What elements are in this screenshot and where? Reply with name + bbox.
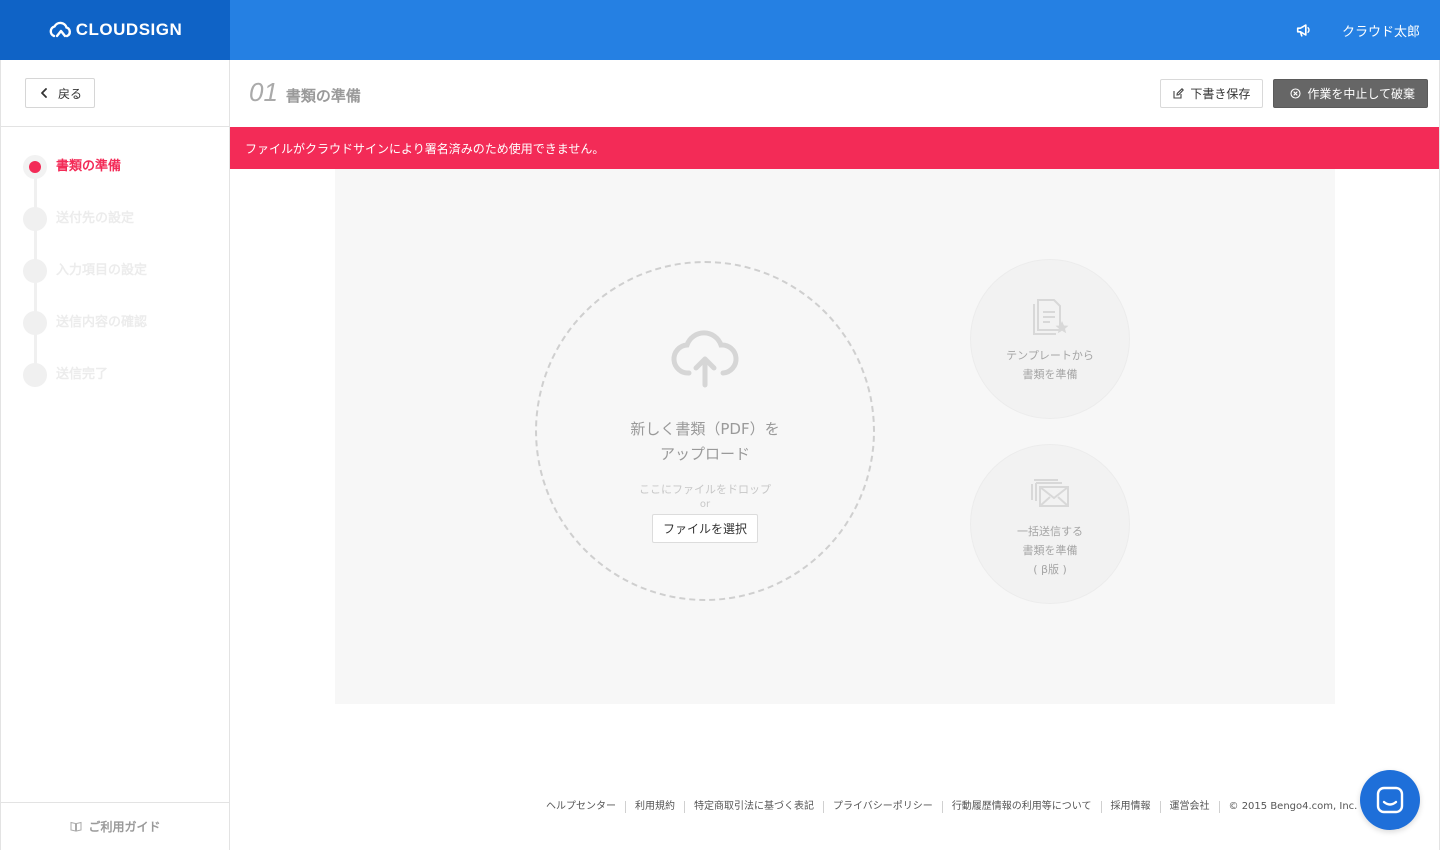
- template-option-line1: テンプレートから: [1006, 349, 1094, 362]
- template-option-line2: 書類を準備: [1022, 368, 1078, 381]
- upload-dropzone[interactable]: 新しく書類（PDF）を アップロード ここにファイルをドロップ or ファイルを…: [535, 261, 875, 601]
- footer-link-privacy[interactable]: プライバシーポリシー: [823, 801, 942, 813]
- save-draft-button[interactable]: 下書き保存: [1160, 79, 1264, 108]
- or-separator: or: [699, 499, 711, 510]
- template-document-icon: [1033, 299, 1069, 335]
- footer: ヘルプセンター 利用規約 特定商取引法に基づく表記 プライバシーポリシー 行動履…: [546, 801, 1357, 813]
- step-list: 書類の準備 送付先の設定 入力項目の設定 送信内容の確認 送信完了: [1, 127, 229, 415]
- edit-icon: [1173, 88, 1185, 99]
- alert-message: ファイルがクラウドサインにより署名済みのため使用できません。: [245, 141, 605, 156]
- upload-title-line2: アップロード: [659, 445, 750, 463]
- step-number: 01: [249, 77, 278, 107]
- top-header: CLOUDSIGN クラウド太郎: [0, 0, 1440, 60]
- step-label: 送信完了: [56, 367, 109, 382]
- back-area: 戻る: [1, 60, 229, 127]
- footer-link-terms[interactable]: 利用規約: [625, 801, 684, 813]
- cloud-logo-icon: [49, 21, 71, 38]
- brand-logo[interactable]: CLOUDSIGN: [48, 20, 183, 40]
- step-indicator-icon: [23, 207, 47, 231]
- discard-label: 作業を中止して破棄: [1307, 87, 1415, 101]
- step-label: 送信内容の確認: [56, 315, 148, 330]
- copyright: © 2015 Bengo4.com, Inc.: [1218, 801, 1357, 813]
- chevron-left-icon: [41, 88, 47, 98]
- cloud-upload-icon: [671, 330, 739, 388]
- chat-button[interactable]: [1360, 770, 1420, 830]
- step-complete: 送信完了: [23, 363, 229, 415]
- guide-label: ご利用ガイド: [88, 820, 161, 834]
- save-draft-label: 下書き保存: [1190, 87, 1251, 101]
- step-prepare[interactable]: 書類の準備: [23, 155, 229, 207]
- sidebar: 戻る 書類の準備 送付先の設定 入力項目の設定 送信内容の確認 送信完了 ご利用…: [0, 60, 230, 850]
- upload-title: 新しく書類（PDF）を アップロード: [630, 417, 779, 467]
- footer-link-help[interactable]: ヘルプセンター: [546, 801, 625, 813]
- document-prepare-area: 新しく書類（PDF）を アップロード ここにファイルをドロップ or ファイルを…: [335, 169, 1335, 704]
- bulk-option-line2: 書類を準備: [1022, 543, 1078, 557]
- step-indicator-icon: [23, 363, 47, 387]
- chat-icon: [1376, 786, 1404, 814]
- step-confirm: 送信内容の確認: [23, 311, 229, 363]
- template-option-button[interactable]: テンプレートから 書類を準備: [970, 259, 1130, 419]
- page-title: 01 書類の準備: [249, 77, 361, 108]
- back-label: 戻る: [58, 86, 83, 101]
- footer-link-commerce[interactable]: 特定商取引法に基づく表記: [684, 801, 823, 813]
- book-icon: [70, 821, 82, 832]
- footer-link-behavior[interactable]: 行動履歴情報の利用等について: [941, 801, 1101, 813]
- bulk-send-option-button[interactable]: 一括送信する 書類を準備 ( β版 ): [970, 444, 1130, 604]
- step-indicator-icon: [23, 311, 47, 335]
- select-file-button[interactable]: ファイルを選択: [651, 514, 758, 543]
- footer-link-company[interactable]: 運営会社: [1159, 801, 1219, 813]
- drop-hint: ここにファイルをドロップ: [639, 483, 771, 496]
- page-header: 01 書類の準備 下書き保存 作業を中止して破棄: [230, 60, 1439, 127]
- back-button[interactable]: 戻る: [25, 78, 96, 108]
- user-menu[interactable]: クラウド太郎: [1342, 21, 1420, 40]
- footer-link-careers[interactable]: 採用情報: [1100, 801, 1160, 813]
- bulk-mail-icon: [1031, 478, 1069, 507]
- megaphone-icon[interactable]: [1294, 20, 1314, 40]
- cancel-circle-icon: [1290, 88, 1301, 99]
- bulk-option-line1: 一括送信する: [1017, 524, 1083, 538]
- step-label: 入力項目の設定: [56, 263, 148, 278]
- brand-name: CLOUDSIGN: [75, 20, 183, 39]
- brand-area[interactable]: CLOUDSIGN: [0, 0, 230, 60]
- step-label: 書類の準備: [56, 159, 122, 174]
- error-alert: ファイルがクラウドサインにより署名済みのため使用できません。: [230, 127, 1439, 169]
- step-title: 書類の準備: [285, 87, 361, 105]
- bulk-option-line3: ( β版 ): [1033, 562, 1067, 576]
- step-label: 送付先の設定: [56, 211, 135, 226]
- step-recipients: 送付先の設定: [23, 207, 229, 259]
- main-content: 01 書類の準備 下書き保存 作業を中止して破棄 ファイルがクラウドサインにより…: [230, 60, 1440, 850]
- step-indicator-icon: [23, 259, 47, 283]
- upload-title-line1: 新しく書類（PDF）を: [630, 420, 780, 438]
- discard-button[interactable]: 作業を中止して破棄: [1273, 79, 1428, 108]
- step-fields: 入力項目の設定: [23, 259, 229, 311]
- step-indicator-icon: [23, 155, 47, 179]
- guide-link[interactable]: ご利用ガイド: [1, 802, 230, 850]
